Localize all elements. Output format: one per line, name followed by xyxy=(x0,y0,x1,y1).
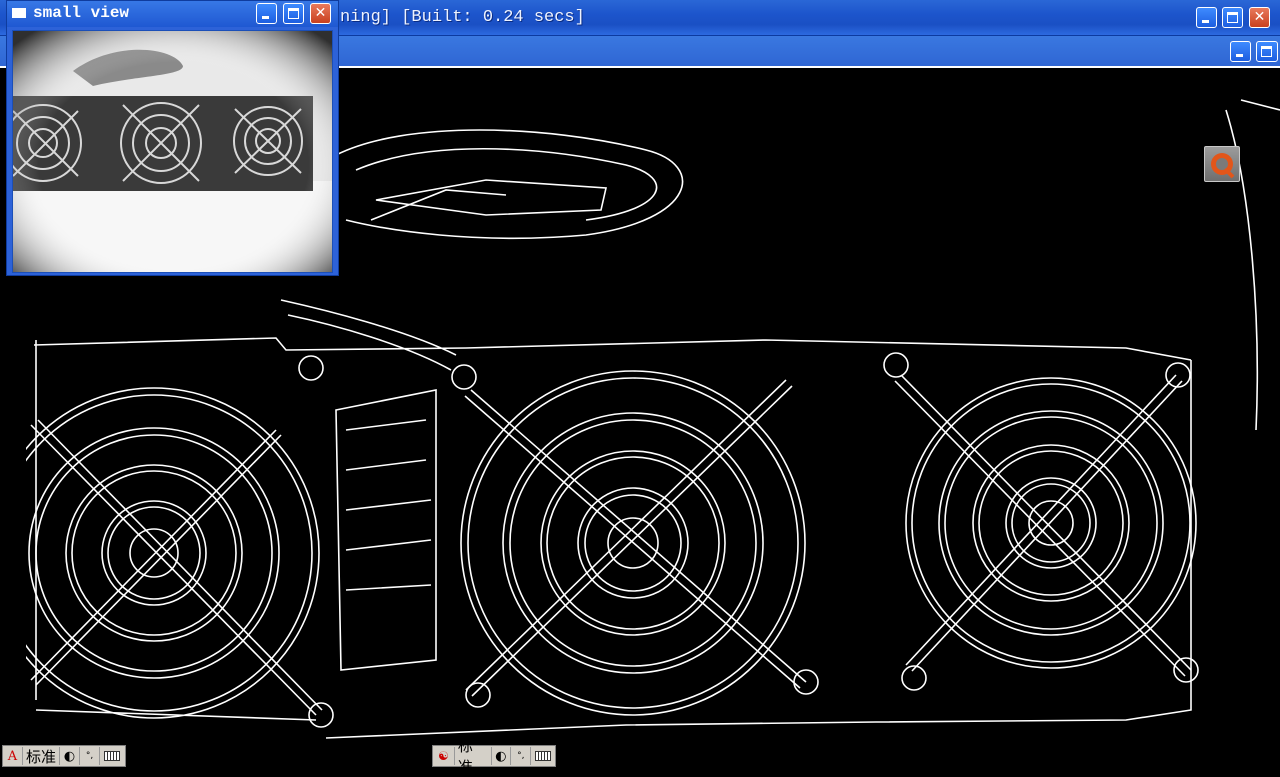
maximize-icon xyxy=(1261,46,1272,57)
float-widget-icon[interactable] xyxy=(1204,146,1240,182)
maximize-button[interactable] xyxy=(1222,7,1243,28)
small-view-titlebar[interactable]: small view ✕ xyxy=(7,1,338,27)
refresh-icon xyxy=(1211,153,1235,179)
child-maximize-button[interactable] xyxy=(1256,41,1278,62)
small-view-title: small view xyxy=(33,4,130,22)
maximize-icon xyxy=(288,8,299,19)
small-minimize-button[interactable] xyxy=(256,3,277,24)
close-icon: ✕ xyxy=(1253,9,1266,25)
ime-toolbar-right[interactable]: ☯ 标准 ◐ °, xyxy=(432,737,556,776)
punctuation-toggle[interactable]: °, xyxy=(511,747,532,765)
ime-mode-icon: A xyxy=(7,748,18,764)
ime-layout-label[interactable]: 标准 xyxy=(23,747,61,766)
close-button[interactable]: ✕ xyxy=(1249,7,1270,28)
minimize-icon xyxy=(1202,20,1209,23)
close-icon: ✕ xyxy=(314,5,327,21)
half-moon-icon[interactable]: ◐ xyxy=(60,747,81,765)
small-close-button[interactable]: ✕ xyxy=(310,3,331,24)
ime-toolbar-left[interactable]: A 标准 ◐ °, xyxy=(2,745,126,767)
small-view-image xyxy=(12,30,333,273)
minimize-icon xyxy=(262,16,269,19)
small-maximize-button[interactable] xyxy=(283,3,304,24)
pinyin-logo-icon[interactable]: ☯ xyxy=(433,747,455,765)
minimize-icon xyxy=(1236,54,1243,57)
keyboard-icon[interactable] xyxy=(531,747,555,765)
window-icon xyxy=(12,8,26,18)
ime-layout-label[interactable]: 标准 xyxy=(455,737,492,776)
half-moon-icon[interactable]: ◐ xyxy=(492,747,512,765)
minimize-button[interactable] xyxy=(1196,7,1217,28)
small-view-window[interactable]: small view ✕ xyxy=(6,0,339,276)
child-minimize-button[interactable] xyxy=(1230,41,1251,62)
punctuation-toggle[interactable]: °, xyxy=(80,747,101,765)
maximize-icon xyxy=(1227,12,1238,23)
keyboard-icon[interactable] xyxy=(100,747,124,765)
main-window-title: ning] [Built: 0.24 secs] xyxy=(340,8,585,27)
ime-mode-toggle[interactable]: A xyxy=(3,747,23,765)
camera-preview xyxy=(13,31,332,272)
